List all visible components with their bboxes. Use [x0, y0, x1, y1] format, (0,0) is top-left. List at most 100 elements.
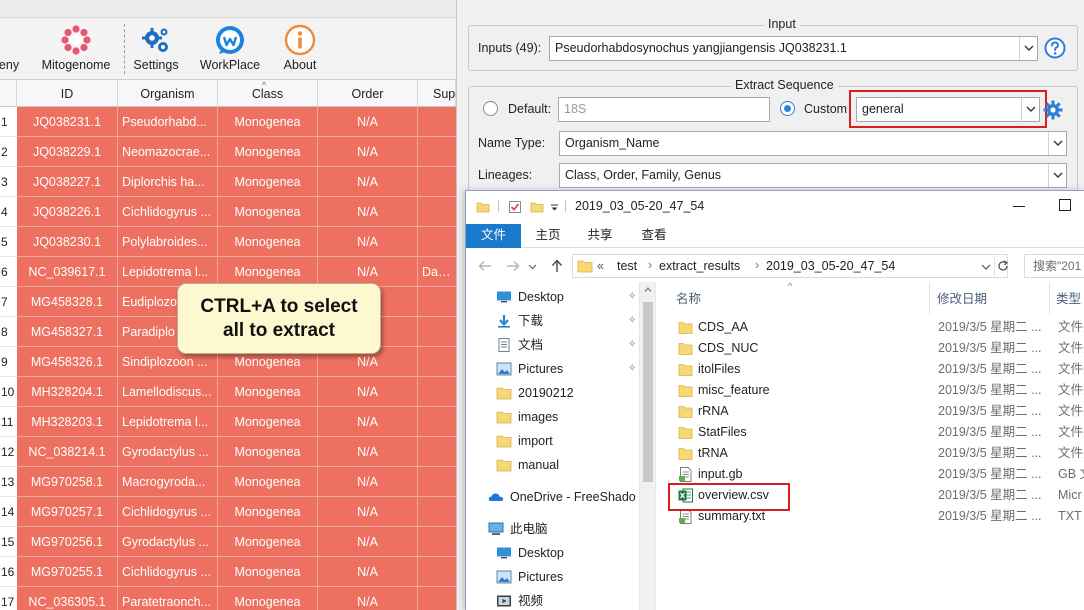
row-number[interactable]: 5	[0, 227, 17, 257]
path-overflow-glyph[interactable]: «	[597, 255, 604, 277]
cell-class[interactable]: Monogenea	[218, 167, 318, 197]
table-row[interactable]: 11 MH328203.1 Lepidotrema l... Monogenea N/A	[0, 407, 456, 437]
cell-superfamily[interactable]: Dacty	[418, 257, 456, 287]
help-icon[interactable]	[1044, 37, 1066, 59]
cell-id[interactable]: MG458326.1	[17, 347, 118, 377]
row-number[interactable]: 14	[0, 497, 17, 527]
pin-icon[interactable]: ✧	[628, 357, 636, 381]
cell-order[interactable]: N/A	[318, 377, 418, 407]
table-row[interactable]: 16 MG970255.1 Cichlidogyrus ... Monogenea N/…	[0, 557, 456, 587]
cell-id[interactable]: NC_036305.1	[17, 587, 118, 610]
cell-id[interactable]: JQ038231.1	[17, 107, 118, 137]
path-segment-extract-results[interactable]: extract_results	[659, 255, 740, 277]
cell-organism[interactable]: Gyrodactylus ...	[118, 527, 218, 557]
row-number[interactable]: 11	[0, 407, 17, 437]
table-row[interactable]: 3 JQ038227.1 Diplorchis ha... Monogenea N/A	[0, 167, 456, 197]
table-row[interactable]: 13 MG970258.1 Macrogyroda... Monogenea N/A	[0, 467, 456, 497]
refresh-icon[interactable]	[997, 260, 1009, 272]
pin-icon[interactable]: ✧	[628, 285, 636, 309]
file-row-misc-feature[interactable]: misc_feature 2019/3/5 星期二 ... 文件夹	[656, 380, 1084, 401]
cell-organism[interactable]: Macrogyroda...	[118, 467, 218, 497]
forward-arrow-icon[interactable]	[506, 260, 520, 272]
cell-superfamily[interactable]	[418, 137, 456, 167]
row-number[interactable]: 7	[0, 287, 17, 317]
cell-id[interactable]: MH328204.1	[17, 377, 118, 407]
row-number[interactable]: 10	[0, 377, 17, 407]
navigation-scrollbar[interactable]	[639, 282, 655, 610]
cell-superfamily[interactable]	[418, 437, 456, 467]
cell-id[interactable]: MG970257.1	[17, 497, 118, 527]
chevron-down-icon[interactable]	[1048, 164, 1066, 187]
table-row[interactable]: 5 JQ038230.1 Polylabroides... Monogenea N/A	[0, 227, 456, 257]
cell-id[interactable]: MG970258.1	[17, 467, 118, 497]
cell-superfamily[interactable]	[418, 167, 456, 197]
row-number[interactable]: 1	[0, 107, 17, 137]
file-row-itolfiles[interactable]: itolFiles 2019/3/5 星期二 ... 文件夹	[656, 359, 1084, 380]
cell-superfamily[interactable]	[418, 317, 456, 347]
cell-superfamily[interactable]	[418, 347, 456, 377]
cell-class[interactable]: Monogenea	[218, 557, 318, 587]
search-input[interactable]: 搜索"201	[1024, 254, 1084, 278]
cell-class[interactable]: Monogenea	[218, 587, 318, 610]
tab-view[interactable]: 查看	[632, 224, 676, 248]
toolbar-button-about[interactable]: About	[276, 20, 324, 78]
file-row-statfiles[interactable]: StatFiles 2019/3/5 星期二 ... 文件夹	[656, 422, 1084, 443]
file-row-cds-nuc[interactable]: CDS_NUC 2019/3/5 星期二 ... 文件夹	[656, 338, 1084, 359]
up-arrow-icon[interactable]	[551, 259, 563, 273]
gear-icon[interactable]	[1043, 100, 1063, 120]
cell-superfamily[interactable]	[418, 497, 456, 527]
cell-class[interactable]: Monogenea	[218, 437, 318, 467]
row-number[interactable]: 17	[0, 587, 17, 610]
toolbar-button-phylogeny[interactable]: eny	[0, 20, 20, 78]
inputs-combobox[interactable]: Pseudorhabdosynochus yangjiangensis JQ03…	[549, 36, 1038, 61]
row-number[interactable]: 8	[0, 317, 17, 347]
cell-class[interactable]: Monogenea	[218, 137, 318, 167]
table-row[interactable]: 14 MG970257.1 Cichlidogyrus ... Monogenea N/…	[0, 497, 456, 527]
table-row[interactable]: 1 JQ038231.1 Pseudorhabd... Monogenea N/A	[0, 107, 456, 137]
pin-icon[interactable]: ✧	[628, 333, 636, 357]
cell-id[interactable]: JQ038226.1	[17, 197, 118, 227]
row-number[interactable]: 12	[0, 437, 17, 467]
cell-order[interactable]: N/A	[318, 497, 418, 527]
row-number[interactable]: 9	[0, 347, 17, 377]
column-header-class[interactable]: Class	[218, 80, 318, 107]
toolbar-button-mitogenome[interactable]: Mitogenome	[35, 20, 117, 78]
file-row-trna[interactable]: tRNA 2019/3/5 星期二 ... 文件夹	[656, 443, 1084, 464]
tab-home[interactable]: 主页	[526, 224, 570, 248]
table-row[interactable]: 2 JQ038229.1 Neomazocrae... Monogenea N/A	[0, 137, 456, 167]
cell-order[interactable]: N/A	[318, 407, 418, 437]
toolbar-button-workplace[interactable]: WorkPlace	[196, 20, 264, 78]
file-row-rrna[interactable]: rRNA 2019/3/5 星期二 ... 文件夹	[656, 401, 1084, 422]
cell-organism[interactable]: Cichlidogyrus ...	[118, 497, 218, 527]
chevron-down-icon[interactable]	[1048, 132, 1066, 155]
cell-id[interactable]: MG970256.1	[17, 527, 118, 557]
table-row[interactable]: 4 JQ038226.1 Cichlidogyrus ... Monogenea N/A	[0, 197, 456, 227]
row-number[interactable]: 13	[0, 467, 17, 497]
cell-organism[interactable]: Diplorchis ha...	[118, 167, 218, 197]
cell-id[interactable]: NC_039617.1	[17, 257, 118, 287]
back-arrow-icon[interactable]	[478, 260, 492, 272]
column-header-id[interactable]: ID	[17, 80, 118, 107]
cell-id[interactable]: MH328203.1	[17, 407, 118, 437]
cell-superfamily[interactable]	[418, 287, 456, 317]
cell-superfamily[interactable]	[418, 557, 456, 587]
cell-order[interactable]: N/A	[318, 137, 418, 167]
cell-superfamily[interactable]	[418, 587, 456, 610]
cell-id[interactable]: JQ038227.1	[17, 167, 118, 197]
table-row[interactable]: 17 NC_036305.1 Paratetraonch... Monogenea N/…	[0, 587, 456, 610]
cell-id[interactable]: JQ038230.1	[17, 227, 118, 257]
cell-id[interactable]: MG458327.1	[17, 317, 118, 347]
cell-organism[interactable]: Paratetraonch...	[118, 587, 218, 610]
default-gene-field[interactable]: 18S	[558, 97, 770, 122]
cell-superfamily[interactable]	[418, 527, 456, 557]
row-number[interactable]: 15	[0, 527, 17, 557]
row-number[interactable]: 3	[0, 167, 17, 197]
path-segment-current[interactable]: 2019_03_05-20_47_54	[766, 255, 895, 277]
row-number[interactable]: 16	[0, 557, 17, 587]
custom-radio[interactable]	[780, 101, 795, 116]
column-header-type[interactable]: 类型	[1056, 288, 1081, 307]
cell-class[interactable]: Monogenea	[218, 467, 318, 497]
cell-order[interactable]: N/A	[318, 197, 418, 227]
tab-file[interactable]: 文件	[466, 224, 521, 248]
toolbar-button-settings[interactable]: Settings	[130, 20, 182, 78]
